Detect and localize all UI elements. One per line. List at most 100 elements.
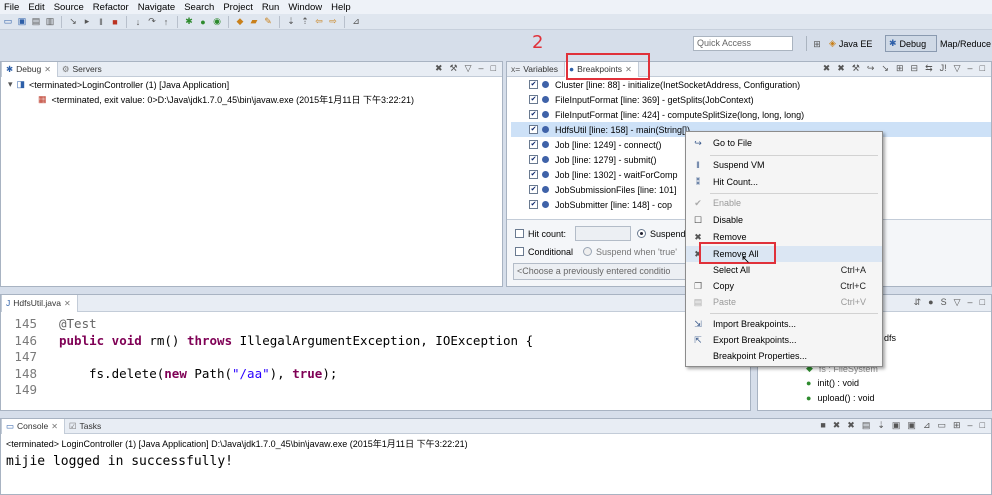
close-icon[interactable]: ✕ [51, 422, 58, 431]
tab-servers[interactable]: ⚙ Servers [58, 62, 108, 77]
remove-all-breakpoints-icon[interactable]: ✖ [837, 63, 845, 74]
checkbox[interactable]: ✔ [529, 170, 538, 179]
menu-item-enable[interactable]: ✔ Enable [686, 195, 882, 211]
show-supported-icon[interactable]: ⚒ [852, 63, 860, 74]
checkbox[interactable]: ✔ [529, 110, 538, 119]
back-icon[interactable]: ⇦ [313, 16, 325, 28]
menu-item-export-breakpoints[interactable]: ⇱ Export Breakpoints... [686, 332, 882, 348]
menu-file[interactable]: File [0, 2, 24, 13]
tab-tasks[interactable]: ☑ Tasks [65, 419, 107, 434]
menu-item-import-breakpoints[interactable]: ⇲ Import Breakpoints... [686, 316, 882, 332]
menu-search[interactable]: Search [180, 2, 219, 13]
menu-item-suspend-vm[interactable]: ‖ Suspend VM [686, 157, 882, 173]
open-perspective-icon[interactable]: ⊞ [811, 38, 823, 50]
maximize-icon[interactable]: □ [491, 63, 496, 74]
next-annotation-icon[interactable]: ⇡ [299, 16, 311, 28]
checkbox[interactable]: ✔ [529, 140, 538, 149]
hit-count-checkbox[interactable] [515, 229, 524, 238]
maximize-icon[interactable]: □ [980, 297, 985, 308]
minimize-icon[interactable]: – [968, 420, 973, 431]
checkbox[interactable]: ✔ [529, 95, 538, 104]
run-external-icon[interactable]: ◉ [211, 16, 223, 28]
remove-launch-icon[interactable]: ✖ [833, 420, 841, 431]
outline-item-upload[interactable]: ● upload() : void [806, 390, 874, 405]
step-into-icon[interactable]: ↓ [132, 16, 144, 28]
step-over-icon[interactable]: ↷ [146, 16, 158, 28]
perspective-debug[interactable]: ✱ Debug [885, 35, 937, 52]
minimize-icon[interactable]: – [968, 63, 973, 74]
forward-icon[interactable]: ⇨ [327, 16, 339, 28]
tab-hdfsutil[interactable]: J HdfsUtil.java ✕ [1, 294, 78, 312]
menu-navigate[interactable]: Navigate [134, 2, 181, 13]
terminate-icon[interactable]: ■ [109, 16, 121, 28]
menu-window[interactable]: Window [284, 2, 327, 13]
maximize-icon[interactable]: □ [980, 420, 985, 431]
expand-all-icon[interactable]: ⊞ [896, 63, 904, 74]
menu-item-copy[interactable]: ❐ Copy Ctrl+C [686, 278, 882, 294]
view-toolbar-icon[interactable]: ⚒ [450, 63, 458, 74]
breakpoint-item-369[interactable]: ✔ FileInputFormat [line: 369] - getSplits… [529, 92, 991, 107]
goto-file-icon[interactable]: ↪ [867, 63, 875, 74]
code-area[interactable]: 145 @Test 146 public void rm() throws Ille… [1, 312, 750, 399]
remove-launches-icon[interactable]: ✖ [435, 63, 443, 74]
java-exception-icon[interactable]: J! [940, 63, 947, 74]
skip-breakpoints-icon[interactable]: ↘ [67, 16, 79, 28]
pin-console-icon[interactable]: ⊿ [923, 420, 931, 431]
perspective-mapreduce[interactable]: Map/Reduce [940, 36, 991, 51]
debug-run-icon[interactable]: ✱ [183, 16, 195, 28]
maximize-icon[interactable]: □ [980, 63, 985, 74]
menu-item-go-to-file[interactable]: ↪ Go to File [686, 135, 882, 151]
prev-annotation-icon[interactable]: ⇣ [285, 16, 297, 28]
scroll-lock-icon[interactable]: ⇣ [877, 420, 885, 431]
suspend-radio[interactable] [637, 229, 646, 238]
show-stderr-icon[interactable]: ▣ [907, 420, 916, 431]
menu-item-breakpoint-properties[interactable]: Breakpoint Properties... [686, 348, 882, 364]
show-stdout-icon[interactable]: ▣ [892, 420, 901, 431]
new-icon[interactable]: ▭ [2, 16, 14, 28]
quick-access-input[interactable]: Quick Access [693, 36, 793, 51]
collapse-icon[interactable]: ▾ [8, 79, 13, 90]
resume-icon[interactable]: ▸ [81, 16, 93, 28]
menu-item-paste[interactable]: ▤ Paste Ctrl+V [686, 294, 882, 310]
sort-icon[interactable]: ⇵ [914, 297, 922, 308]
hide-fields-icon[interactable]: ● [928, 297, 933, 308]
open-type-icon[interactable]: ◆ [234, 16, 246, 28]
condition-history-combo[interactable]: <Choose a previously entered conditio [513, 263, 713, 280]
open-console-icon[interactable]: ⊞ [953, 420, 961, 431]
tab-console[interactable]: ▭ Console ✕ [1, 418, 65, 434]
link-icon[interactable]: ⇆ [925, 63, 933, 74]
terminate-icon[interactable]: ■ [820, 420, 825, 431]
run-icon[interactable]: ● [197, 16, 209, 28]
search-icon[interactable]: ✎ [262, 16, 274, 28]
menu-run[interactable]: Run [258, 2, 284, 13]
menu-source[interactable]: Source [50, 2, 89, 13]
open-folder-icon[interactable]: ▰ [248, 16, 260, 28]
conditional-option[interactable]: Conditional [515, 244, 573, 259]
outline-item-class[interactable]: dfs [884, 333, 896, 343]
remove-all-terminated-icon[interactable]: ✖ [847, 420, 855, 431]
launch-node[interactable]: ▾ ◨ <terminated>LoginController (1) [Jav… [1, 77, 502, 92]
view-menu-icon[interactable]: ▽ [954, 297, 961, 308]
checkbox[interactable]: ✔ [529, 185, 538, 194]
close-icon[interactable]: ✕ [64, 299, 71, 308]
hit-count-option[interactable]: Hit count: [515, 226, 566, 241]
remove-breakpoint-icon[interactable]: ✖ [823, 63, 831, 74]
console-output[interactable]: mijie logged in successfully! [1, 450, 991, 469]
process-node[interactable]: ▦ <terminated, exit value: 0>D:\Java\jdk… [1, 92, 502, 107]
pin-icon[interactable]: ⊿ [350, 16, 362, 28]
outline-item-init[interactable]: ● init() : void [806, 375, 859, 390]
checkbox[interactable]: ✔ [529, 125, 538, 134]
clear-console-icon[interactable]: ▤ [862, 420, 871, 431]
checkbox[interactable]: ✔ [529, 200, 538, 209]
checkbox[interactable]: ✔ [529, 155, 538, 164]
minimize-icon[interactable]: – [968, 297, 973, 308]
hit-count-input[interactable] [575, 226, 631, 241]
menu-refactor[interactable]: Refactor [89, 2, 134, 13]
close-icon[interactable]: ✕ [44, 65, 51, 74]
view-menu-icon[interactable]: ▽ [465, 63, 472, 74]
menu-edit[interactable]: Edit [24, 2, 49, 13]
checkbox[interactable]: ✔ [529, 80, 538, 89]
tab-debug[interactable]: ✱ Debug ✕ [1, 61, 58, 77]
save-icon[interactable]: ▣ [16, 16, 28, 28]
menu-help[interactable]: Help [327, 2, 356, 13]
